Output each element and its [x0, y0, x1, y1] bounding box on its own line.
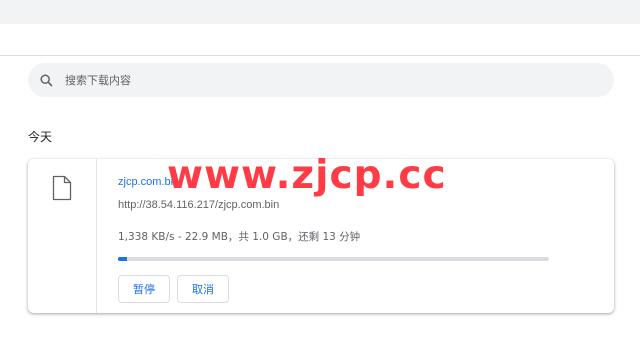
download-progress-bar: [118, 257, 549, 261]
file-icon-column: [28, 159, 97, 313]
watermark-text: www.zjcp.cc: [167, 153, 447, 198]
file-icon: [52, 175, 72, 206]
cancel-button[interactable]: 取消: [177, 275, 229, 303]
pause-button[interactable]: 暂停: [118, 275, 170, 303]
search-box[interactable]: [28, 63, 614, 97]
top-bar: [0, 0, 640, 24]
search-icon[interactable]: [39, 73, 53, 87]
download-progress-fill: [118, 257, 127, 261]
toolbar-divider: [0, 55, 640, 56]
search-input[interactable]: [65, 73, 565, 87]
date-section-label: 今天: [28, 130, 53, 144]
download-status-text: 1,338 KB/s - 22.9 MB，共 1.0 GB，还剩 13 分钟: [118, 231, 361, 243]
download-source-url: http://38.54.116.217/zjcp.com.bin: [118, 199, 280, 211]
